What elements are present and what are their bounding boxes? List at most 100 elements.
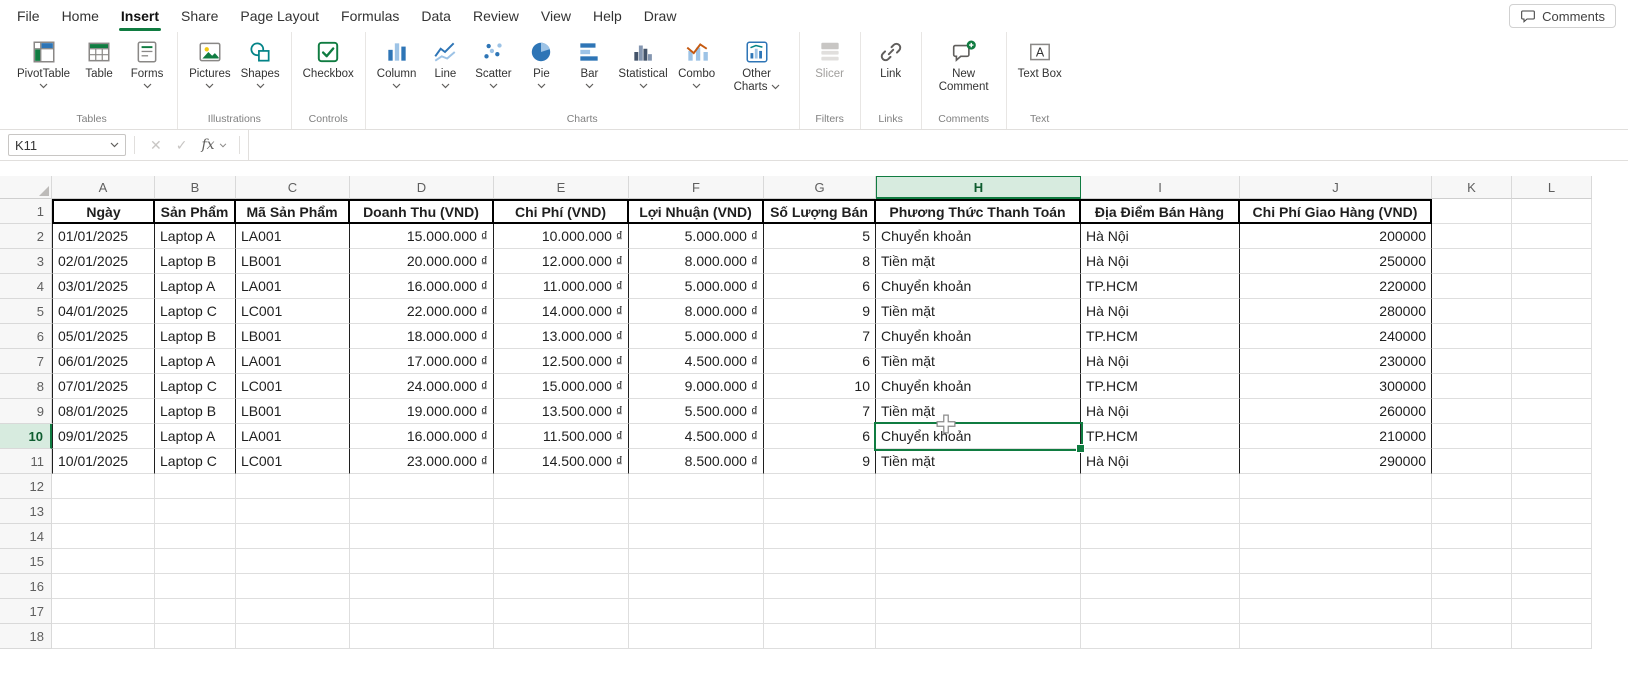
select-all-corner[interactable]: [0, 176, 52, 199]
cell-A14[interactable]: [52, 524, 155, 549]
cell-G4[interactable]: 6: [764, 274, 876, 299]
cell-J6[interactable]: 240000: [1240, 324, 1432, 349]
cell-E11[interactable]: 14.500.000 ₫: [494, 449, 629, 474]
menu-tab-formulas[interactable]: Formulas: [330, 0, 410, 32]
cell-J3[interactable]: 250000: [1240, 249, 1432, 274]
ribbon-button-line[interactable]: Line: [422, 34, 468, 89]
cell-K12[interactable]: [1432, 474, 1512, 499]
row-header-3[interactable]: 3: [0, 249, 52, 274]
cell-F5[interactable]: 8.000.000 ₫: [629, 299, 764, 324]
ribbon-button-scatter[interactable]: Scatter: [470, 34, 516, 89]
cell-C13[interactable]: [236, 499, 350, 524]
cell-D16[interactable]: [350, 574, 494, 599]
cell-I4[interactable]: TP.HCM: [1081, 274, 1240, 299]
cell-C17[interactable]: [236, 599, 350, 624]
column-header-E[interactable]: E: [494, 176, 629, 199]
cell-L7[interactable]: [1512, 349, 1592, 374]
cell-G11[interactable]: 9: [764, 449, 876, 474]
cell-B16[interactable]: [155, 574, 236, 599]
cell-H3[interactable]: Tiền mặt: [876, 249, 1081, 274]
cell-F18[interactable]: [629, 624, 764, 649]
cell-L14[interactable]: [1512, 524, 1592, 549]
column-header-L[interactable]: L: [1512, 176, 1592, 199]
cell-E4[interactable]: 11.000.000 ₫: [494, 274, 629, 299]
ribbon-button-text-box[interactable]: A Text Box: [1014, 34, 1066, 81]
cell-H8[interactable]: Chuyển khoản: [876, 374, 1081, 399]
ribbon-button-pie[interactable]: Pie: [518, 34, 564, 89]
cell-H10[interactable]: Chuyển khoản: [876, 424, 1081, 449]
cell-A6[interactable]: 05/01/2025: [52, 324, 155, 349]
cell-H6[interactable]: Chuyển khoản: [876, 324, 1081, 349]
cell-C9[interactable]: LB001: [236, 399, 350, 424]
cell-L15[interactable]: [1512, 549, 1592, 574]
cell-F8[interactable]: 9.000.000 ₫: [629, 374, 764, 399]
cell-E18[interactable]: [494, 624, 629, 649]
cell-B15[interactable]: [155, 549, 236, 574]
cell-A1[interactable]: Ngày: [52, 199, 155, 224]
cell-L17[interactable]: [1512, 599, 1592, 624]
cell-H15[interactable]: [876, 549, 1081, 574]
cell-J11[interactable]: 290000: [1240, 449, 1432, 474]
row-header-1[interactable]: 1: [0, 199, 52, 224]
cell-B6[interactable]: Laptop B: [155, 324, 236, 349]
cell-H17[interactable]: [876, 599, 1081, 624]
cell-H2[interactable]: Chuyển khoản: [876, 224, 1081, 249]
menu-tab-data[interactable]: Data: [410, 0, 462, 32]
menu-tab-view[interactable]: View: [530, 0, 582, 32]
column-header-J[interactable]: J: [1240, 176, 1432, 199]
cell-L1[interactable]: [1512, 199, 1592, 224]
row-header-16[interactable]: 16: [0, 574, 52, 599]
cell-F3[interactable]: 8.000.000 ₫: [629, 249, 764, 274]
cell-B7[interactable]: Laptop A: [155, 349, 236, 374]
cell-J9[interactable]: 260000: [1240, 399, 1432, 424]
cell-K16[interactable]: [1432, 574, 1512, 599]
cell-D17[interactable]: [350, 599, 494, 624]
cell-A5[interactable]: 04/01/2025: [52, 299, 155, 324]
row-header-2[interactable]: 2: [0, 224, 52, 249]
cell-G12[interactable]: [764, 474, 876, 499]
cell-L13[interactable]: [1512, 499, 1592, 524]
cell-C2[interactable]: LA001: [236, 224, 350, 249]
cell-C1[interactable]: Mã Sản Phẩm: [236, 199, 350, 224]
row-header-12[interactable]: 12: [0, 474, 52, 499]
cell-E6[interactable]: 13.000.000 ₫: [494, 324, 629, 349]
cell-L2[interactable]: [1512, 224, 1592, 249]
cell-J1[interactable]: Chi Phí Giao Hàng (VND): [1240, 199, 1432, 224]
cell-K1[interactable]: [1432, 199, 1512, 224]
cell-E5[interactable]: 14.000.000 ₫: [494, 299, 629, 324]
ribbon-button-checkbox[interactable]: Checkbox: [299, 34, 358, 81]
cell-D3[interactable]: 20.000.000 ₫: [350, 249, 494, 274]
cell-L3[interactable]: [1512, 249, 1592, 274]
cell-B9[interactable]: Laptop B: [155, 399, 236, 424]
cell-G8[interactable]: 10: [764, 374, 876, 399]
cell-D13[interactable]: [350, 499, 494, 524]
row-header-15[interactable]: 15: [0, 549, 52, 574]
cell-I13[interactable]: [1081, 499, 1240, 524]
ribbon-button-table[interactable]: Table: [76, 34, 122, 81]
row-header-7[interactable]: 7: [0, 349, 52, 374]
cell-A13[interactable]: [52, 499, 155, 524]
cell-F7[interactable]: 4.500.000 ₫: [629, 349, 764, 374]
cell-G2[interactable]: 5: [764, 224, 876, 249]
column-header-I[interactable]: I: [1081, 176, 1240, 199]
cell-L10[interactable]: [1512, 424, 1592, 449]
cell-K7[interactable]: [1432, 349, 1512, 374]
cell-G3[interactable]: 8: [764, 249, 876, 274]
cell-G14[interactable]: [764, 524, 876, 549]
cell-I3[interactable]: Hà Nội: [1081, 249, 1240, 274]
row-header-4[interactable]: 4: [0, 274, 52, 299]
cell-D18[interactable]: [350, 624, 494, 649]
cell-D14[interactable]: [350, 524, 494, 549]
column-header-K[interactable]: K: [1432, 176, 1512, 199]
cell-I11[interactable]: Hà Nội: [1081, 449, 1240, 474]
cell-J15[interactable]: [1240, 549, 1432, 574]
cell-E7[interactable]: 12.500.000 ₫: [494, 349, 629, 374]
cell-J14[interactable]: [1240, 524, 1432, 549]
cell-J18[interactable]: [1240, 624, 1432, 649]
cell-B2[interactable]: Laptop A: [155, 224, 236, 249]
cell-L4[interactable]: [1512, 274, 1592, 299]
cell-K3[interactable]: [1432, 249, 1512, 274]
cell-K10[interactable]: [1432, 424, 1512, 449]
cell-C15[interactable]: [236, 549, 350, 574]
cell-H11[interactable]: Tiền mặt: [876, 449, 1081, 474]
